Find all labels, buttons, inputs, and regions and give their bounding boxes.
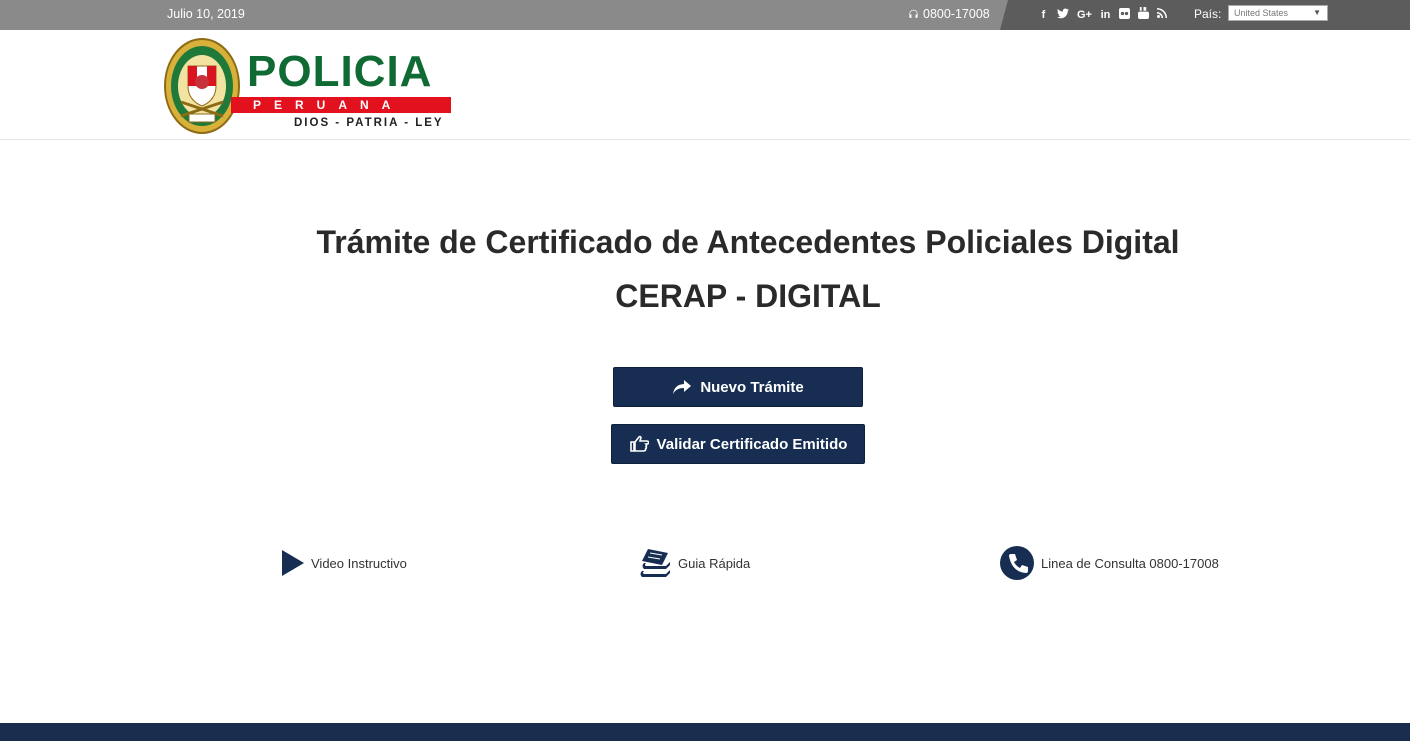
brand-motto: DIOS - PATRIA - LEY <box>294 117 444 129</box>
youtube-icon[interactable] <box>1137 7 1149 23</box>
page-subtitle: CERAP - DIGITAL <box>615 278 881 314</box>
dropdown-arrow-icon: ▼ <box>1313 8 1321 17</box>
country-select[interactable]: United States ▼ <box>1228 5 1328 21</box>
validate-certificate-button[interactable]: Validar Certificado Emitido <box>611 424 865 464</box>
country-select-value: United States <box>1234 8 1289 18</box>
phone-number[interactable]: 0800-17008 <box>908 7 990 21</box>
phone-icon <box>1000 546 1034 580</box>
page-title: Trámite de Certificado de Antecedentes P… <box>316 224 1180 260</box>
brand-ribbon: PERUANA <box>231 97 451 113</box>
social-links: f G+ in <box>1038 7 1168 23</box>
linkedin-icon[interactable]: in <box>1100 8 1111 22</box>
guia-rapida-link[interactable]: Guia Rápida <box>638 545 750 581</box>
date-label: Julio 10, 2019 <box>167 7 245 21</box>
books-icon <box>640 549 670 577</box>
google-plus-icon[interactable]: G+ <box>1077 8 1092 22</box>
top-bar: Julio 10, 2019 0800-17008 f G+ in País: … <box>0 0 1410 30</box>
country-label: País: <box>1194 7 1222 21</box>
twitter-icon[interactable] <box>1057 7 1069 23</box>
hand-pointing-icon <box>629 435 649 452</box>
policia-logo[interactable]: POLICIA PERUANA DIOS - PATRIA - LEY <box>163 36 453 136</box>
site-header: POLICIA PERUANA DIOS - PATRIA - LEY <box>0 30 1410 140</box>
linea-consulta-link[interactable]: Linea de Consulta 0800-17008 <box>999 545 1219 581</box>
guia-rapida-label: Guia Rápida <box>678 555 751 571</box>
video-instructivo-label: Video Instructivo <box>311 555 407 571</box>
headset-icon <box>909 9 918 18</box>
linea-consulta-label: Linea de Consulta 0800-17008 <box>1041 555 1219 571</box>
rss-icon[interactable] <box>1157 8 1168 22</box>
flickr-icon[interactable] <box>1118 7 1130 23</box>
brand-name: POLICIA <box>247 47 433 96</box>
share-arrow-icon <box>673 380 692 394</box>
phone-text: 0800-17008 <box>923 7 990 21</box>
new-procedure-button[interactable]: Nuevo Trámite <box>613 367 863 407</box>
validate-certificate-label: Validar Certificado Emitido <box>656 435 848 453</box>
new-procedure-label: Nuevo Trámite <box>700 378 804 396</box>
facebook-icon[interactable]: f <box>1038 8 1049 22</box>
play-icon <box>282 550 304 576</box>
footer-bar <box>0 723 1410 741</box>
video-instructivo-link[interactable]: Video Instructivo <box>281 545 407 581</box>
police-seal-icon <box>164 38 240 134</box>
